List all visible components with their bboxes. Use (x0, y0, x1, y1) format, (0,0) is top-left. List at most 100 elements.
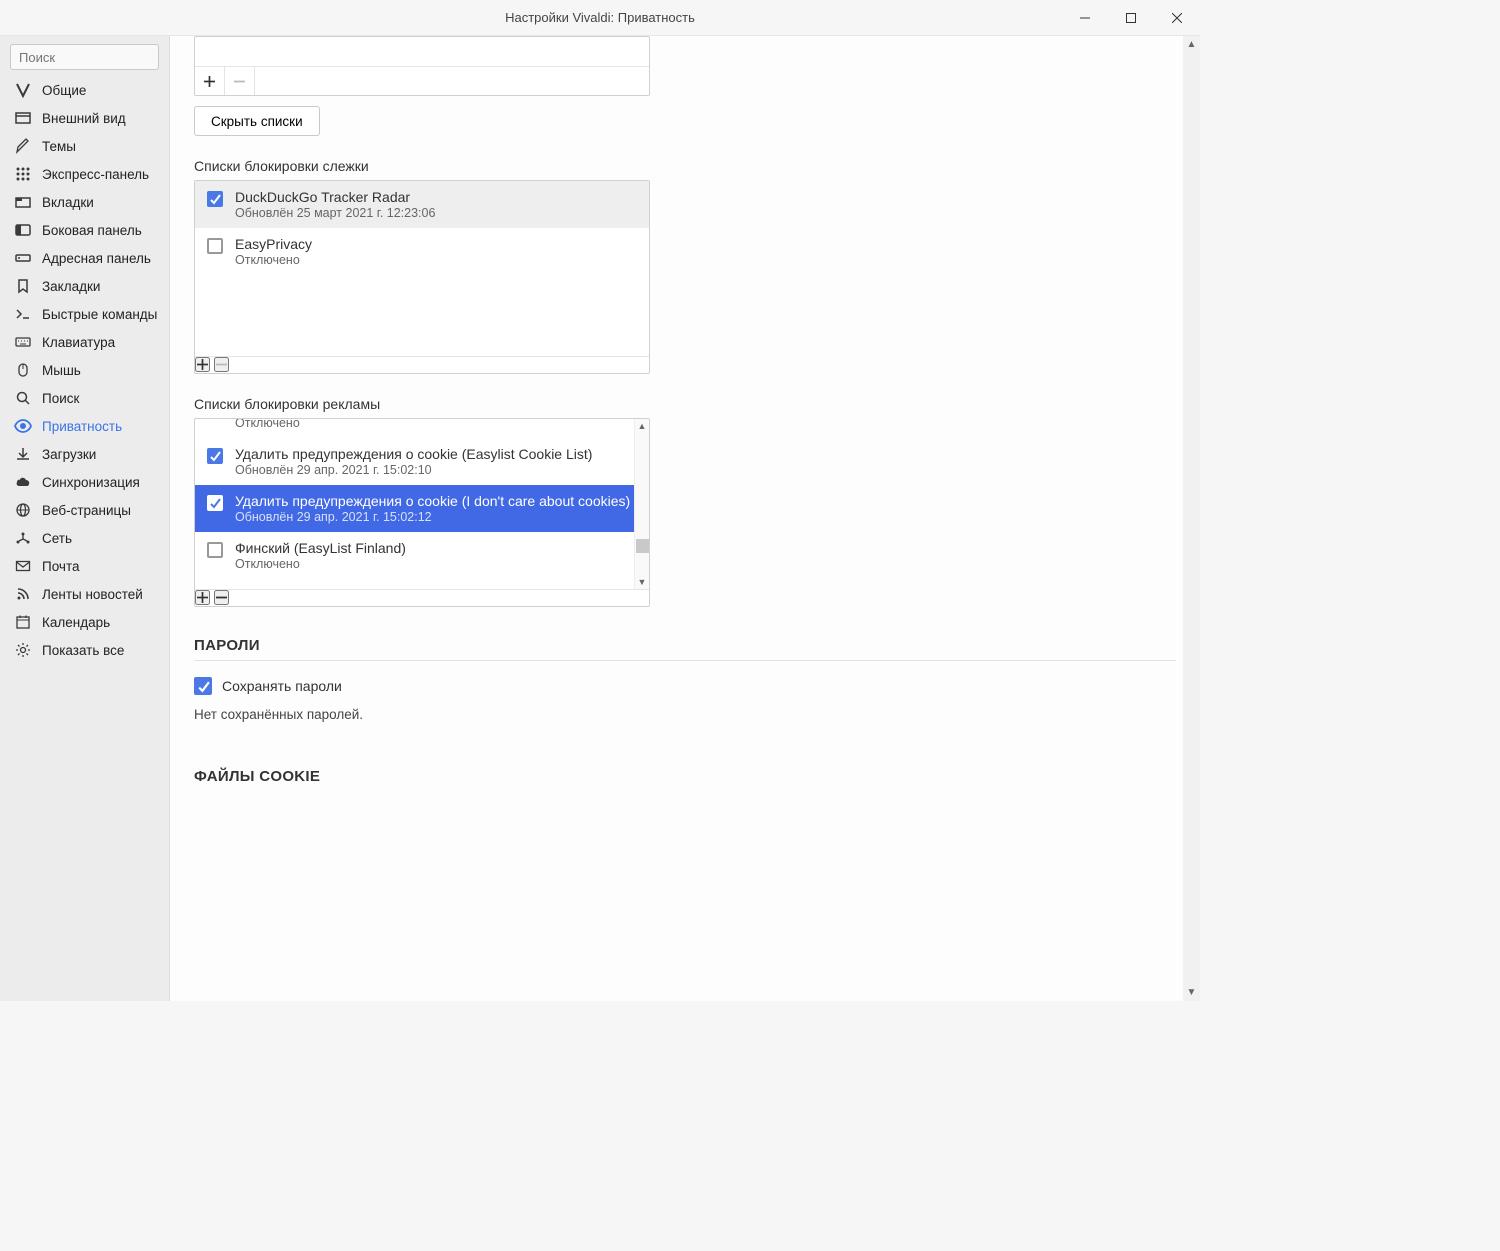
sidebar-item-feeds[interactable]: Ленты новостей (0, 580, 169, 608)
remove-tracker-list-button[interactable] (214, 357, 229, 372)
sidebar-item-speeddial[interactable]: Экспресс-панель (0, 160, 169, 188)
no-passwords-msg: Нет сохранённых паролей. (194, 707, 1176, 722)
sidebar-item-appearance[interactable]: Внешний вид (0, 104, 169, 132)
sidebar-item-privacy[interactable]: Приватность (0, 412, 169, 440)
sidebar-item-quickcommands[interactable]: Быстрые команды (0, 300, 169, 328)
search-icon (14, 389, 32, 407)
list-item-sub: Отключено (235, 557, 637, 571)
list-item-name: DuckDuckGo Tracker Radar (235, 189, 637, 205)
sidebar-item-label: Адресная панель (42, 251, 151, 266)
add-source-button[interactable] (195, 67, 225, 95)
mail-icon (14, 557, 32, 575)
network-icon (14, 529, 32, 547)
sidebar-item-panel[interactable]: Боковая панель (0, 216, 169, 244)
list-item-name: EasyPrivacy (235, 236, 637, 252)
list-item[interactable]: DuckDuckGo Tracker RadarОбновлён 25 март… (195, 181, 649, 228)
list-item[interactable]: EasyPrivacyОтключено (195, 228, 649, 275)
divider (194, 660, 1176, 661)
gear-icon (14, 641, 32, 659)
remove-source-button[interactable] (225, 67, 255, 95)
scroll-down-icon[interactable]: ▼ (636, 575, 649, 589)
checkbox-icon[interactable] (207, 542, 223, 558)
list-item[interactable]: Финский (EasyList Finland)Отключено (195, 532, 649, 579)
command-icon (14, 305, 32, 323)
ad-lists-scrollbar[interactable]: ▲ ▼ (634, 419, 649, 589)
grid-icon (14, 165, 32, 183)
panel-icon (14, 221, 32, 239)
sidebar-item-showall[interactable]: Показать все (0, 636, 169, 664)
sidebar-item-general[interactable]: Общие (0, 76, 169, 104)
list-item[interactable]: Отключено (195, 419, 649, 438)
remove-ad-list-button[interactable] (214, 590, 229, 605)
checkbox-icon[interactable] (207, 448, 223, 464)
ad-lists-title: Списки блокировки рекламы (194, 396, 1176, 412)
sidebar-item-sync[interactable]: Синхронизация (0, 468, 169, 496)
window-controls (1062, 0, 1200, 36)
sidebar-item-addressbar[interactable]: Адресная панель (0, 244, 169, 272)
list-item-name: Удалить предупреждения о cookie (Easylis… (235, 446, 637, 462)
list-item[interactable]: Удалить предупреждения о cookie (I don't… (195, 485, 649, 532)
maximize-button[interactable] (1108, 0, 1154, 36)
custom-sources-listbox (194, 36, 650, 96)
rss-icon (14, 585, 32, 603)
sidebar-item-label: Вкладки (42, 195, 94, 210)
sidebar-item-search[interactable]: Поиск (0, 384, 169, 412)
sidebar-item-label: Боковая панель (42, 223, 142, 238)
list-item-sub: Обновлён 29 апр. 2021 г. 15:02:12 (235, 510, 637, 524)
main-scrollbar[interactable]: ▲ ▼ (1183, 36, 1200, 1001)
sidebar-item-label: Сеть (42, 531, 72, 546)
calendar-icon (14, 613, 32, 631)
checkbox-icon[interactable] (194, 677, 212, 695)
window-title: Настройки Vivaldi: Приватность (505, 10, 695, 25)
scroll-up-icon[interactable]: ▲ (1183, 36, 1200, 53)
globe-icon (14, 501, 32, 519)
sidebar-item-label: Общие (42, 83, 86, 98)
list-item[interactable]: Французский (Liste FR) (195, 579, 649, 589)
keyboard-icon (14, 333, 32, 351)
sidebar-item-keyboard[interactable]: Клавиатура (0, 328, 169, 356)
sidebar-item-tabs[interactable]: Вкладки (0, 188, 169, 216)
mouse-icon (14, 361, 32, 379)
list-item-sub: Отключено (235, 253, 637, 267)
sidebar-item-label: Мышь (42, 363, 81, 378)
sidebar-item-label: Клавиатура (42, 335, 115, 350)
list-item-sub: Отключено (235, 419, 637, 430)
list-item-sub: Обновлён 25 март 2021 г. 12:23:06 (235, 206, 637, 220)
sidebar-item-label: Загрузки (42, 447, 96, 462)
search-input[interactable] (10, 44, 159, 70)
sidebar-item-label: Быстрые команды (42, 307, 157, 322)
hide-lists-button[interactable]: Скрыть списки (194, 106, 320, 136)
list-item[interactable]: Удалить предупреждения о cookie (Easylis… (195, 438, 649, 485)
sidebar-item-label: Экспресс-панель (42, 167, 149, 182)
list-item-name: Финский (EasyList Finland) (235, 540, 637, 556)
cookies-title: ФАЙЛЫ COOKIE (194, 768, 1176, 785)
scroll-thumb[interactable] (636, 539, 649, 553)
sidebar-item-label: Темы (42, 139, 76, 154)
scroll-down-icon[interactable]: ▼ (1183, 984, 1200, 1001)
sidebar-item-mouse[interactable]: Мышь (0, 356, 169, 384)
sidebar-item-themes[interactable]: Темы (0, 132, 169, 160)
sidebar-item-bookmarks[interactable]: Закладки (0, 272, 169, 300)
sidebar-item-label: Закладки (42, 279, 100, 294)
sidebar-item-label: Показать все (42, 643, 124, 658)
window-icon (14, 109, 32, 127)
sidebar-item-network[interactable]: Сеть (0, 524, 169, 552)
add-tracker-list-button[interactable] (195, 357, 210, 372)
save-passwords-row[interactable]: Сохранять пароли (194, 677, 1176, 695)
titlebar: Настройки Vivaldi: Приватность (0, 0, 1200, 36)
checkbox-icon[interactable] (207, 495, 223, 511)
close-button[interactable] (1154, 0, 1200, 36)
add-ad-list-button[interactable] (195, 590, 210, 605)
eye-icon (14, 417, 32, 435)
scroll-up-icon[interactable]: ▲ (636, 419, 649, 433)
checkbox-icon[interactable] (207, 238, 223, 254)
sidebar-item-calendar[interactable]: Календарь (0, 608, 169, 636)
minimize-button[interactable] (1062, 0, 1108, 36)
sidebar-item-downloads[interactable]: Загрузки (0, 440, 169, 468)
sidebar-item-mail[interactable]: Почта (0, 552, 169, 580)
sidebar-item-label: Веб-страницы (42, 503, 131, 518)
list-item-name: Французский (Liste FR) (235, 587, 637, 589)
checkbox-icon[interactable] (207, 191, 223, 207)
sidebar-item-webpages[interactable]: Веб-страницы (0, 496, 169, 524)
sidebar-item-label: Внешний вид (42, 111, 126, 126)
